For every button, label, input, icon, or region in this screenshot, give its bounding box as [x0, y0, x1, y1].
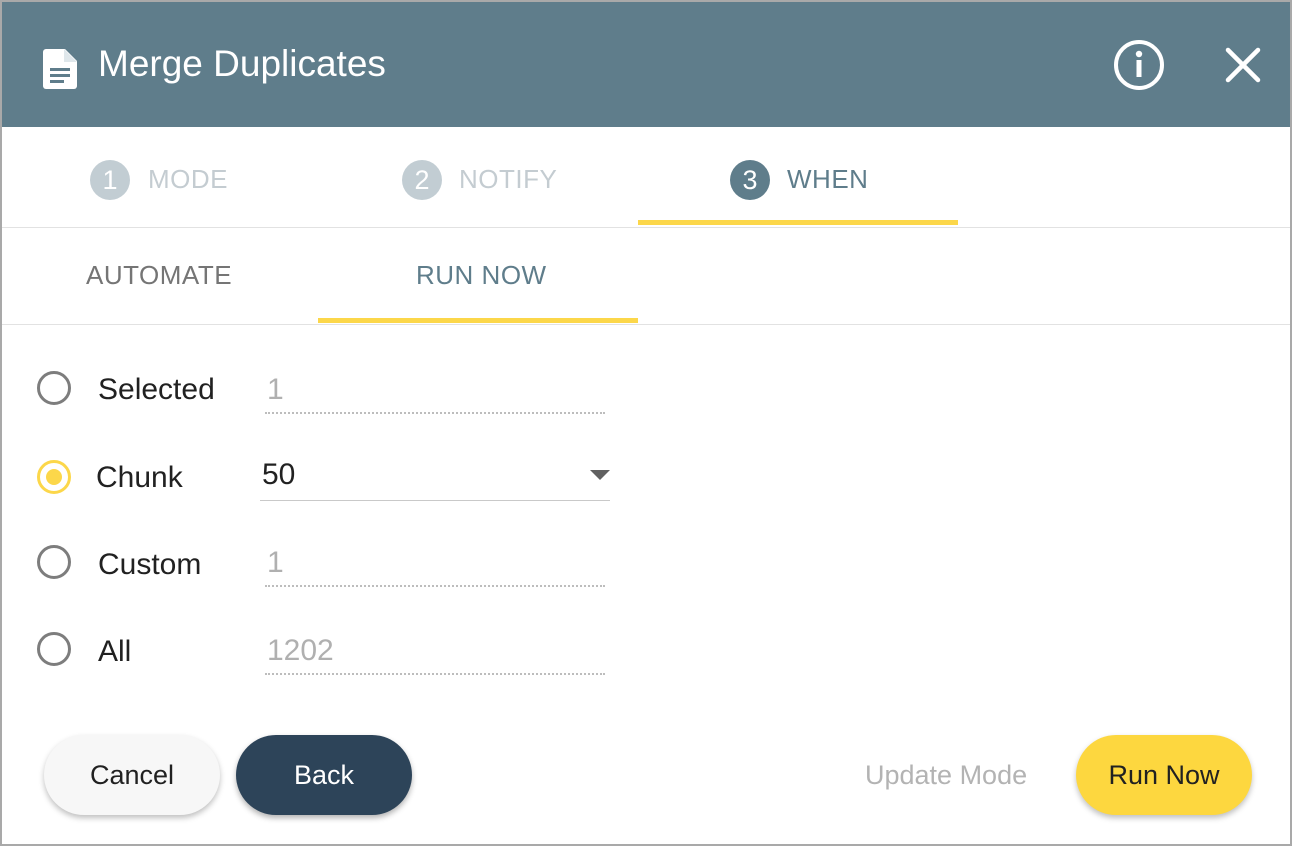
step-number: 1 — [90, 160, 130, 200]
update-mode-button[interactable]: Update Mode — [865, 758, 1027, 792]
wizard-steps: 1 MODE 2 NOTIFY 3 WHEN — [2, 127, 1290, 228]
radio-all[interactable] — [37, 632, 71, 666]
step-mode[interactable]: 1 MODE — [90, 127, 290, 225]
run-now-button[interactable]: Run Now — [1076, 735, 1252, 815]
step-notify[interactable]: 2 NOTIFY — [402, 127, 602, 225]
dialog-footer: Cancel Back Update Mode Run Now — [2, 724, 1290, 844]
step-number: 3 — [730, 160, 770, 200]
step-number: 2 — [402, 160, 442, 200]
info-icon[interactable] — [1112, 38, 1166, 92]
tab-run-now[interactable]: RUN NOW — [416, 259, 547, 291]
option-label: Chunk — [96, 461, 183, 494]
close-icon[interactable] — [1216, 38, 1270, 92]
chunk-size-select[interactable]: 50 — [260, 455, 610, 501]
custom-count-field[interactable]: 1 — [265, 543, 605, 587]
tab-automate[interactable]: AUTOMATE — [86, 259, 232, 291]
radio-custom[interactable] — [37, 545, 71, 579]
dialog-header: Merge Duplicates — [2, 2, 1290, 127]
active-tab-indicator — [318, 318, 638, 323]
selected-count-field: 1 — [265, 370, 605, 414]
merge-duplicates-dialog: Merge Duplicates 1 MODE 2 NOTIFY 3 WHEN … — [0, 0, 1292, 846]
all-count-field: 1202 — [265, 631, 605, 675]
run-subtabs: AUTOMATE RUN NOW — [2, 227, 1290, 325]
chevron-down-icon — [590, 470, 610, 480]
step-label: NOTIFY — [459, 164, 558, 194]
back-button[interactable]: Back — [236, 735, 412, 815]
run-scope-options: Selected 1 Chunk 50 Custom 1 All 1202 — [2, 324, 1290, 724]
step-when[interactable]: 3 WHEN — [730, 127, 930, 225]
dialog-title: Merge Duplicates — [98, 43, 386, 84]
option-custom: Custom 1 — [2, 524, 702, 604]
chunk-size-value: 50 — [262, 458, 296, 491]
radio-selected[interactable] — [37, 371, 71, 405]
option-selected: Selected 1 — [2, 351, 702, 431]
option-chunk: Chunk 50 — [2, 437, 702, 517]
active-step-indicator — [638, 220, 958, 225]
document-icon — [43, 49, 77, 89]
option-label: All — [98, 635, 132, 668]
step-label: MODE — [148, 164, 228, 194]
option-label: Selected — [98, 373, 215, 406]
radio-chunk[interactable] — [37, 460, 71, 494]
option-label: Custom — [98, 548, 202, 581]
cancel-button[interactable]: Cancel — [44, 735, 220, 815]
option-all: All 1202 — [2, 611, 702, 691]
step-label: WHEN — [787, 164, 869, 194]
